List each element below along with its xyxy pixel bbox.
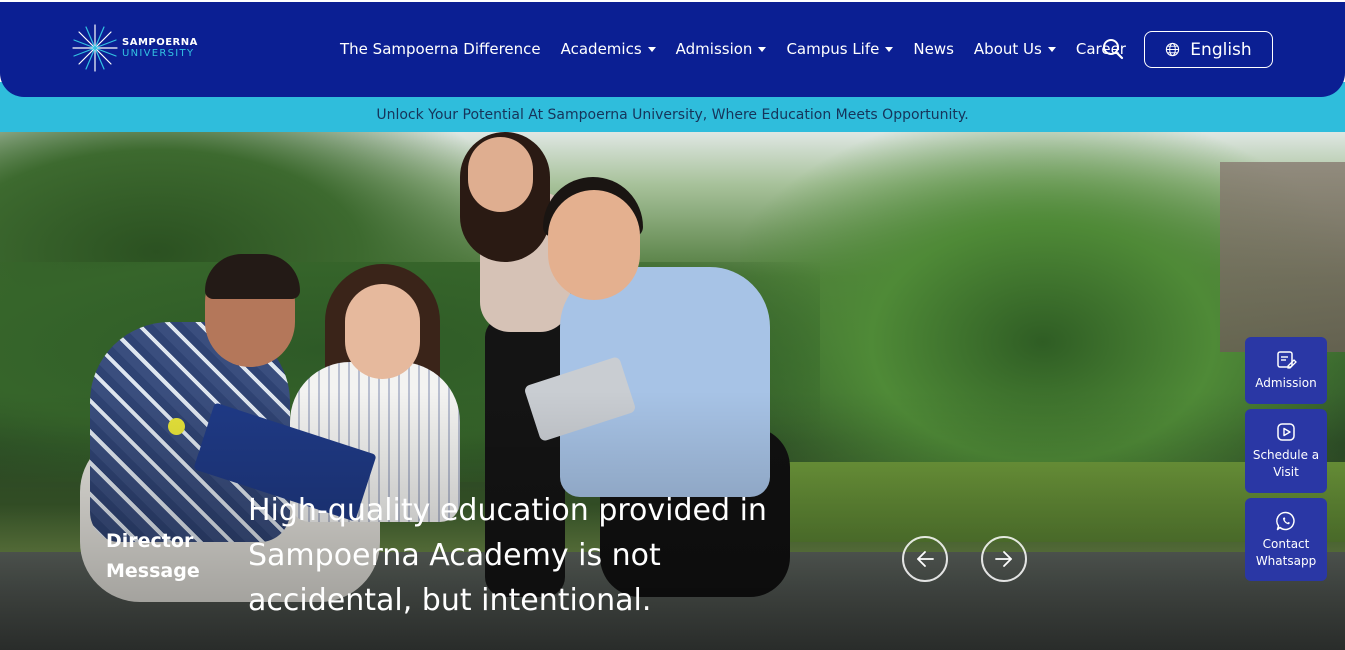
nav-item-label: News <box>913 40 954 58</box>
carousel-next-button[interactable] <box>981 536 1027 582</box>
language-selector-button[interactable]: English <box>1144 31 1273 68</box>
nav-item-campus-life[interactable]: Campus Life <box>786 40 894 58</box>
logo-wordmark: SAMPOERNA UNIVERSITY <box>122 37 198 59</box>
language-label: English <box>1190 39 1252 60</box>
nav-item-label: Campus Life <box>786 40 880 58</box>
nav-item-label: Academics <box>560 40 642 58</box>
logo-name-bottom: UNIVERSITY <box>122 48 195 59</box>
side-button-label: Contact Whatsapp <box>1255 536 1317 568</box>
side-whatsapp-button[interactable]: Contact Whatsapp <box>1245 498 1327 581</box>
side-button-label: Admission <box>1255 376 1317 390</box>
tagline-text: Unlock Your Potential At Sampoerna Unive… <box>376 107 969 123</box>
nav-item-about-us[interactable]: About Us <box>974 40 1056 58</box>
nav-item-label: The Sampoerna Difference <box>340 40 541 58</box>
logo-name-top: SAMPOERNA <box>122 37 198 48</box>
whatsapp-icon <box>1276 511 1295 530</box>
side-button-label: Schedule a Visit <box>1252 448 1320 479</box>
nav-item-academics[interactable]: Academics <box>561 40 656 58</box>
edit-form-icon <box>1277 351 1297 369</box>
chevron-down-icon <box>647 46 656 52</box>
search-icon[interactable] <box>1102 38 1124 60</box>
site-header: SAMPOERNA UNIVERSITY The Sampoerna Diffe… <box>0 0 1345 97</box>
globe-icon <box>1166 42 1180 57</box>
hero-quote: High-quality education provided in Sampo… <box>248 493 767 618</box>
university-logo[interactable]: SAMPOERNA UNIVERSITY <box>70 20 210 76</box>
nav-item-news[interactable]: News <box>913 40 954 58</box>
starburst-logo-icon <box>72 24 118 72</box>
play-icon <box>1277 423 1295 441</box>
side-admission-button[interactable]: Admission <box>1245 337 1327 404</box>
nav-item-sampoerna-difference[interactable]: The Sampoerna Difference <box>340 40 541 58</box>
nav-item-admission[interactable]: Admission <box>676 40 767 58</box>
main-navigation: The Sampoerna Difference Academics Admis… <box>340 32 1146 66</box>
chevron-down-icon <box>885 46 894 52</box>
nav-item-label: Admission <box>675 40 753 58</box>
carousel-prev-button[interactable] <box>902 536 948 582</box>
arrow-left-icon <box>917 551 934 567</box>
chevron-down-icon <box>758 46 767 52</box>
side-schedule-visit-button[interactable]: Schedule a Visit <box>1245 409 1327 493</box>
hero-carousel: Director Message High-quality education … <box>0 132 1345 650</box>
chevron-down-icon <box>1047 46 1056 52</box>
arrow-right-icon <box>995 551 1012 567</box>
hero-section-label: Director Message <box>106 530 200 582</box>
nav-item-label: About Us <box>973 40 1042 58</box>
